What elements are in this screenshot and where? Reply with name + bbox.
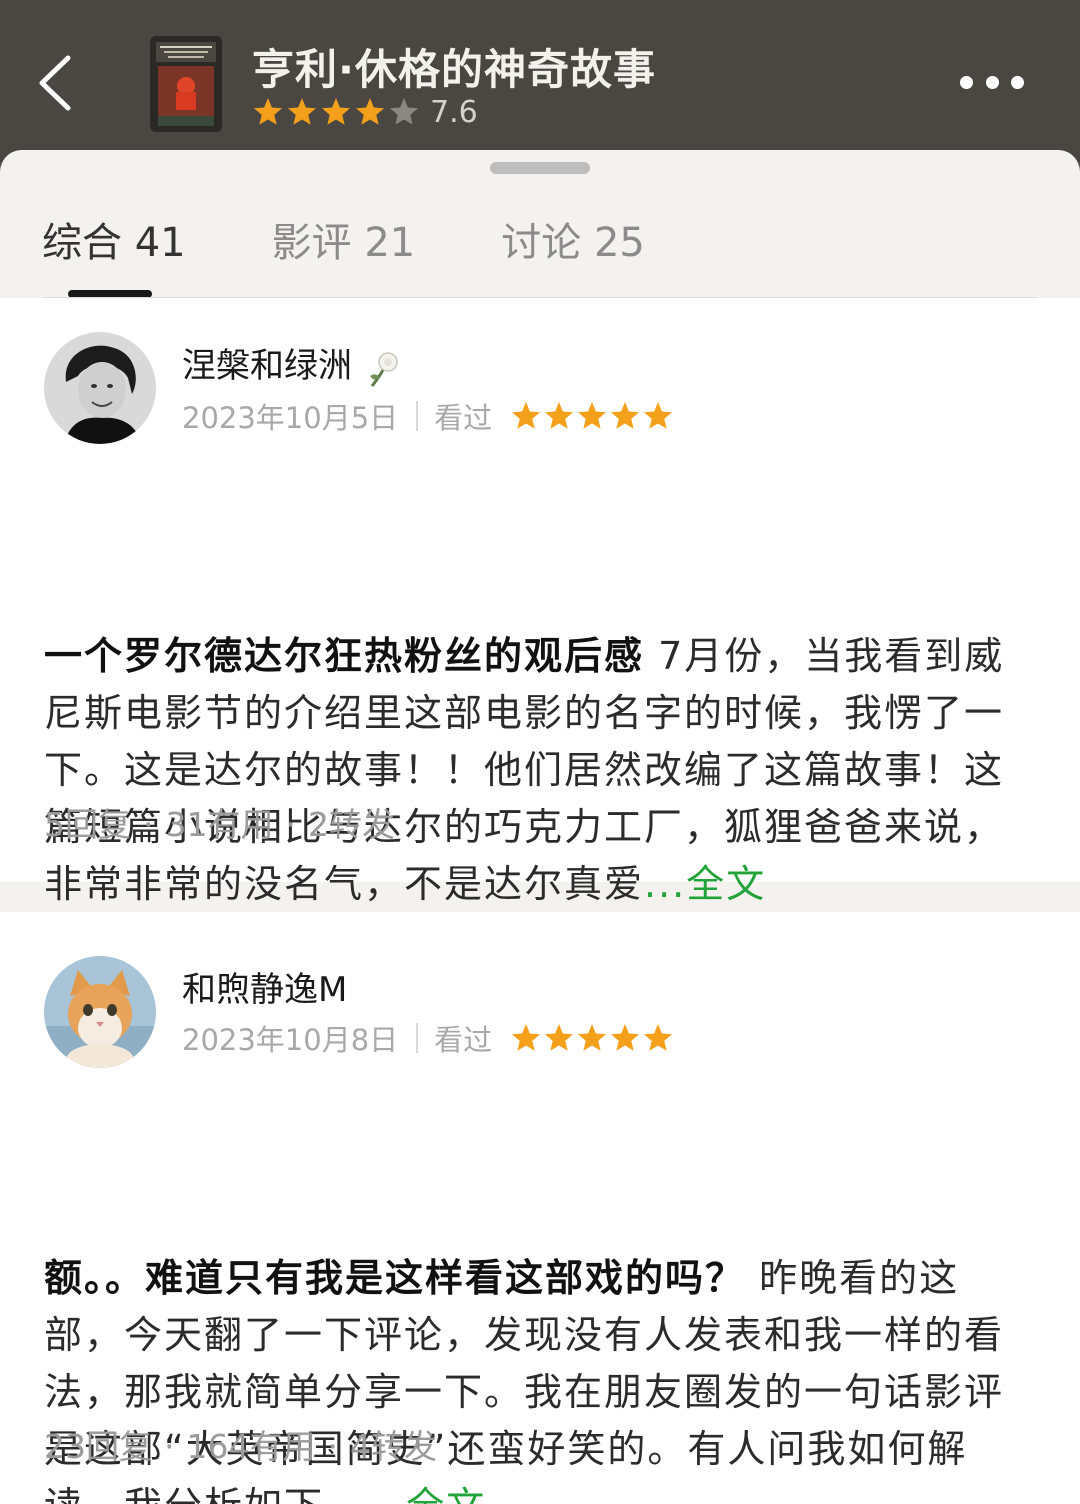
reply-count[interactable]: 23回复 [44, 1427, 152, 1466]
author-name[interactable]: 涅槃和绿洲 [182, 338, 406, 390]
more-options-icon[interactable] [960, 70, 1024, 94]
star-filled-icon [322, 98, 350, 125]
avatar[interactable] [44, 332, 156, 444]
review-tabs: 综合 41 影评 21 讨论 25 [42, 210, 731, 270]
star-filled-icon [611, 402, 640, 429]
flower-badge-icon [362, 346, 406, 390]
meta-divider [416, 1023, 419, 1053]
star-filled-icon [512, 1024, 541, 1051]
star-filled-icon [512, 402, 541, 429]
review-meta: 2023年10月5日 看过 [182, 396, 675, 436]
rating-stars [252, 96, 422, 128]
star-filled-icon [578, 402, 607, 429]
review-card[interactable]: 和煦静逸M 2023年10月8日 看过 额。。难道只有我是这样看这部戏的吗？ 昨… [0, 912, 1080, 1504]
star-filled-icon [644, 402, 673, 429]
watch-status: 看过 [434, 1023, 493, 1057]
reviews-sheet: 综合 41 影评 21 讨论 25 涅槃和绿洲 2023年10月5日 看过 一个… [0, 150, 1080, 1504]
star-filled-icon [254, 98, 282, 125]
review-stats: 23回复 · 164有用 · 4转发 [44, 1427, 437, 1466]
back-icon[interactable] [30, 48, 86, 118]
star-filled-icon [644, 1024, 673, 1051]
review-headline: 额。。难道只有我是这样看这部戏的吗？ [44, 1256, 746, 1300]
useful-count[interactable]: 31有用 [166, 805, 274, 844]
star-empty-icon [390, 98, 418, 125]
movie-poster[interactable] [150, 36, 222, 132]
star-filled-icon [545, 402, 574, 429]
drag-handle[interactable] [490, 162, 590, 174]
watch-status: 看过 [434, 401, 493, 435]
avatar[interactable] [44, 956, 156, 1068]
star-filled-icon [545, 1024, 574, 1051]
reply-count[interactable]: 5回复 [44, 805, 131, 844]
review-stars [510, 1022, 675, 1054]
share-count[interactable]: 2转发 [308, 805, 395, 844]
review-body[interactable]: 一个罗尔德达尔狂热粉丝的观后感 7月份，当我看到威尼斯电影节的介绍里这部电影的名… [44, 628, 1024, 913]
read-full-link[interactable]: ...全文 [644, 862, 766, 906]
share-count[interactable]: 4转发 [350, 1427, 437, 1466]
movie-title: 亨利·休格的神奇故事 [252, 45, 656, 94]
star-filled-icon [288, 98, 316, 125]
review-stars [510, 400, 675, 432]
author-name[interactable]: 和煦静逸M [182, 962, 347, 1011]
tab-discussions[interactable]: 讨论 25 [501, 210, 645, 270]
meta-divider [416, 401, 419, 431]
review-date: 2023年10月5日 [182, 401, 399, 435]
star-filled-icon [356, 98, 384, 125]
review-headline: 一个罗尔德达尔狂热粉丝的观后感 [44, 634, 645, 678]
top-bar: 亨利·休格的神奇故事 7.6 [0, 0, 1080, 160]
review-stats: 5回复 · 31有用 · 2转发 [44, 805, 395, 844]
review-date: 2023年10月8日 [182, 1023, 399, 1057]
review-meta: 2023年10月8日 看过 [182, 1018, 675, 1058]
star-filled-icon [611, 1024, 640, 1051]
review-card[interactable]: 涅槃和绿洲 2023年10月5日 看过 一个罗尔德达尔狂热粉丝的观后感 7月份，… [0, 298, 1080, 906]
tab-overall[interactable]: 综合 41 [42, 210, 186, 270]
movie-rating: 7.6 [252, 92, 478, 132]
rating-score: 7.6 [430, 94, 478, 130]
star-filled-icon [578, 1024, 607, 1051]
read-full-link[interactable]: ...全文 [364, 1484, 486, 1504]
useful-count[interactable]: 164有用 [187, 1427, 316, 1466]
tab-reviews[interactable]: 影评 21 [272, 210, 416, 270]
